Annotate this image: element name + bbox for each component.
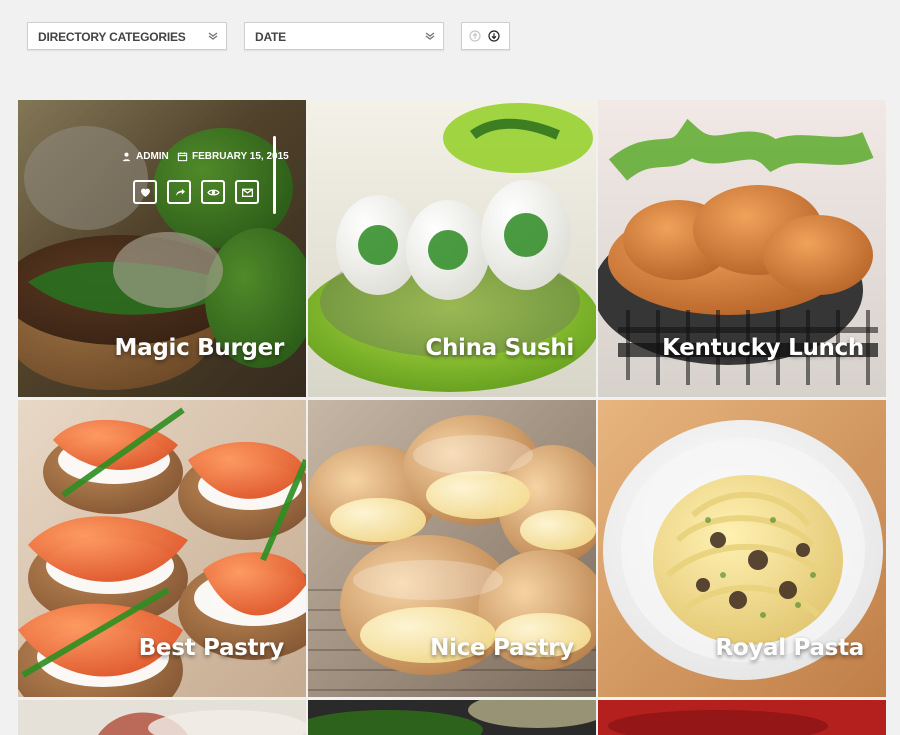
email-button[interactable]: [235, 180, 259, 204]
tile-china-sushi[interactable]: China Sushi: [308, 100, 596, 397]
directory-categories-select[interactable]: Directory Categories: [27, 22, 227, 50]
date-meta: FEBRUARY 15, 2015: [177, 151, 289, 162]
food-image: [18, 700, 306, 735]
tile-best-pastry[interactable]: Best Pastry: [18, 400, 306, 697]
tile-meta: ADMIN FEBRUARY 15, 2015: [121, 151, 289, 167]
food-image: [598, 700, 886, 735]
share-button[interactable]: [167, 180, 191, 204]
tile-actions: [133, 180, 273, 208]
favorite-button[interactable]: [133, 180, 157, 204]
sort-order-buttons: [461, 22, 510, 50]
tile-kentucky-lunch[interactable]: Kentucky Lunch: [598, 100, 886, 397]
calendar-icon: [177, 152, 188, 162]
chevron-down-icon: [425, 32, 435, 40]
sort-ascending-icon[interactable]: [469, 30, 481, 42]
tile-title: Kentucky Lunch: [662, 335, 864, 361]
date-select[interactable]: Date: [244, 22, 444, 50]
tile-title: Nice Pastry: [430, 635, 574, 661]
share-icon: [175, 188, 185, 196]
toolbar: Directory Categories Date: [0, 0, 900, 100]
meta-divider: [273, 136, 276, 214]
view-button[interactable]: [201, 180, 225, 204]
author-meta: ADMIN: [121, 151, 169, 162]
tile-nice-pastry[interactable]: Nice Pastry: [308, 400, 596, 697]
eye-icon: [206, 189, 220, 195]
tile-partial-2[interactable]: [308, 700, 596, 735]
food-image: [308, 700, 596, 735]
heart-icon: [140, 188, 150, 197]
chevron-down-icon: [208, 32, 218, 40]
tile-partial-1[interactable]: [18, 700, 306, 735]
directory-grid: ADMIN FEBRUARY 15, 2015 Magic Burger Chi…: [18, 100, 886, 735]
tile-partial-3[interactable]: [598, 700, 886, 735]
user-icon: [122, 152, 131, 162]
tile-title: Best Pastry: [138, 635, 285, 661]
sort-descending-icon[interactable]: [488, 30, 500, 42]
tile-royal-pasta[interactable]: Royal Pasta: [598, 400, 886, 697]
envelope-icon: [241, 188, 253, 197]
tile-title: Royal Pasta: [715, 635, 864, 661]
date-label: Date: [255, 30, 286, 44]
author-name: ADMIN: [136, 151, 169, 162]
directory-categories-label: Directory Categories: [38, 30, 186, 44]
tile-title: China Sushi: [425, 335, 574, 361]
tile-title: Magic Burger: [114, 335, 285, 361]
tile-magic-burger[interactable]: ADMIN FEBRUARY 15, 2015 Magic Burger: [18, 100, 306, 397]
